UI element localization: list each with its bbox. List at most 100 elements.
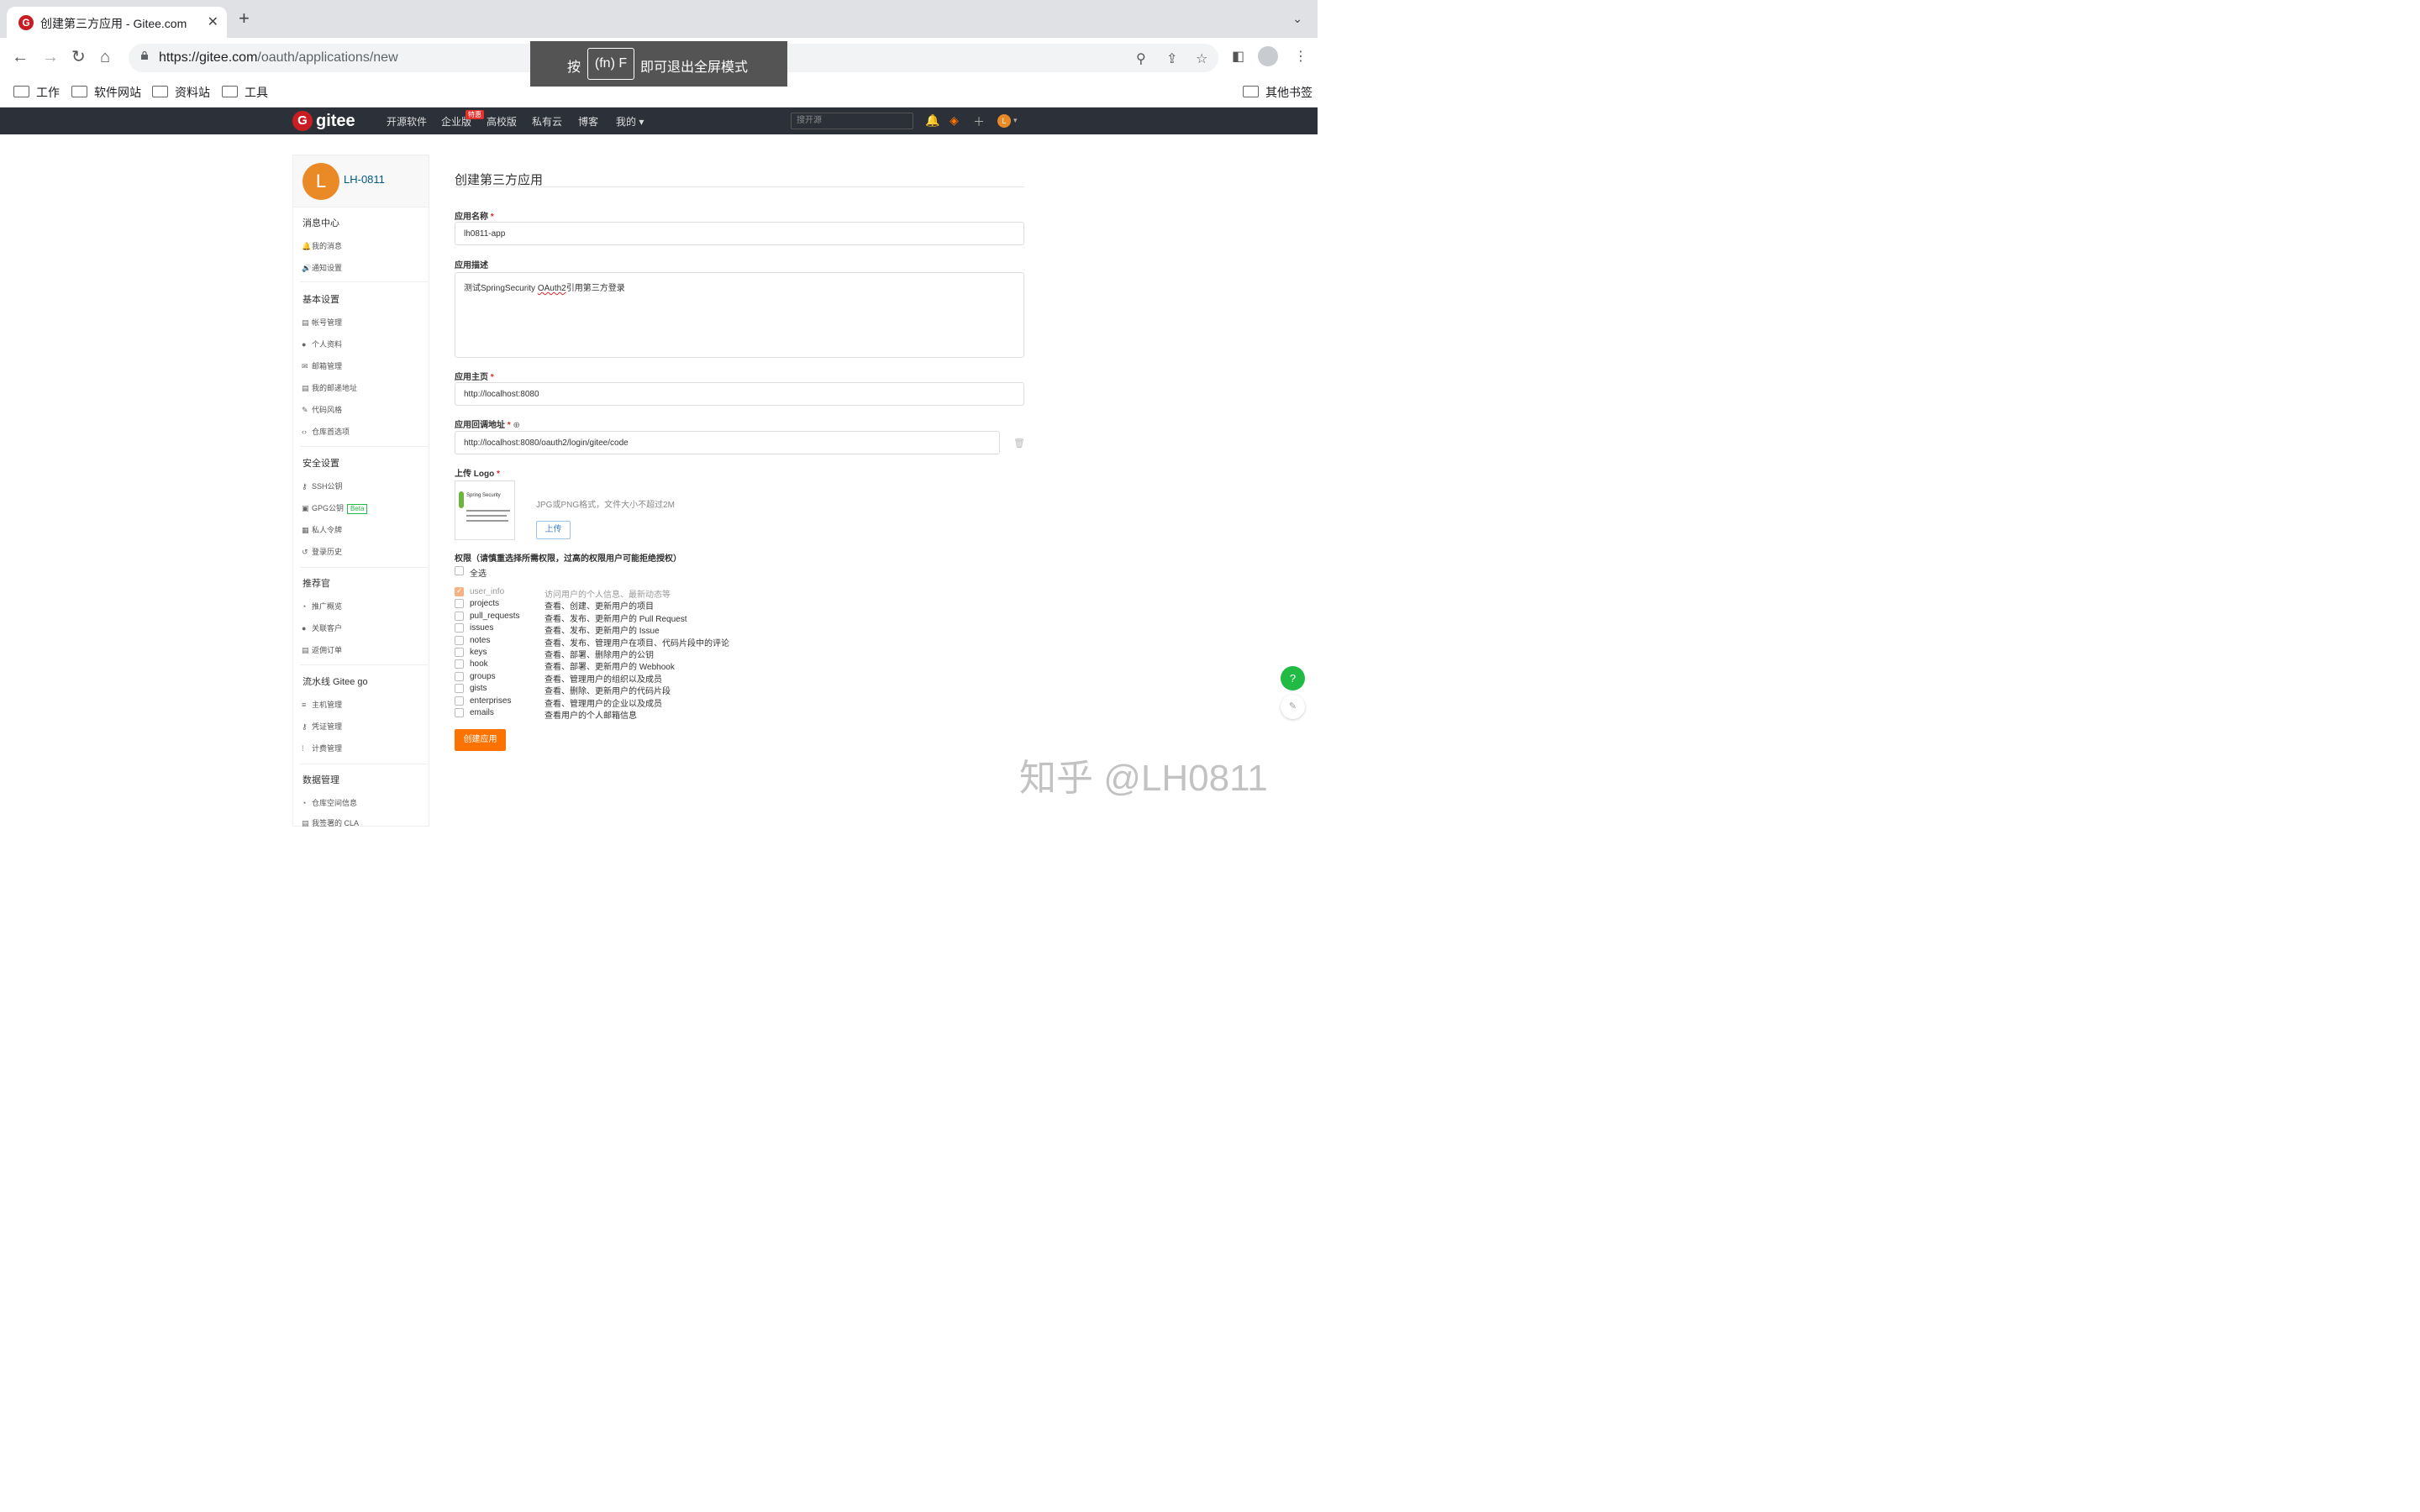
permission-desc: 查看、发布、更新用户的 Pull Request bbox=[544, 615, 687, 624]
lock-icon bbox=[141, 51, 148, 60]
sidebar-item-address[interactable]: ▤ 我的邮递地址 bbox=[302, 382, 357, 393]
sidebar-item-repo-prefs[interactable]: ‹› 仓库首选项 bbox=[302, 426, 350, 437]
permission-checkbox-hook[interactable] bbox=[455, 659, 464, 669]
bookmark-folder-work[interactable]: 工作 bbox=[13, 84, 60, 101]
feedback-edit-icon[interactable]: ✎ bbox=[1281, 695, 1305, 719]
folder-icon bbox=[13, 86, 29, 97]
permission-desc: 查看、删除、更新用户的代码片段 bbox=[544, 687, 671, 696]
username-link[interactable]: LH-0811 bbox=[344, 173, 385, 186]
help-button[interactable]: ? bbox=[1281, 666, 1305, 690]
tab-close-icon[interactable]: ✕ bbox=[208, 13, 218, 30]
sidebar-item-profile[interactable]: ● 个人资料 bbox=[302, 339, 342, 349]
permission-checkbox-issues[interactable] bbox=[455, 623, 464, 633]
tips-bulb-icon[interactable]: ◈ bbox=[950, 113, 959, 128]
bookmark-folder-tools[interactable]: 工具 bbox=[222, 84, 268, 101]
sidebar-item-promo-overview[interactable]: ◔ 推广概览 bbox=[302, 601, 342, 612]
required-mark: * bbox=[490, 213, 494, 222]
permission-checkbox-notes[interactable] bbox=[455, 636, 464, 645]
bookmark-folder-other[interactable]: 其他书签 bbox=[1243, 84, 1313, 101]
folder-icon bbox=[1243, 86, 1259, 97]
header-avatar[interactable]: L bbox=[997, 114, 1011, 128]
browser-tab[interactable]: G 创建第三方应用 - Gitee.com ✕ bbox=[7, 7, 227, 38]
header-search-input[interactable]: 搜开源 bbox=[791, 113, 913, 129]
new-tab-icon[interactable]: + bbox=[239, 9, 250, 28]
sidebar-item-repo-space[interactable]: ◔ 仓库空间信息 bbox=[302, 797, 357, 808]
forward-icon[interactable]: → bbox=[42, 48, 59, 66]
sidebar-item-customers[interactable]: ● 关联客户 bbox=[302, 622, 342, 633]
bookmark-folder-software[interactable]: 软件网站 bbox=[71, 84, 141, 101]
divider bbox=[300, 281, 428, 282]
permission-label: pull_requests bbox=[470, 612, 520, 621]
profile-avatar-icon[interactable] bbox=[1258, 46, 1278, 66]
permission-checkbox-gists[interactable] bbox=[455, 684, 464, 693]
folder-icon bbox=[71, 86, 87, 97]
nav-university[interactable]: 高校版 bbox=[487, 114, 517, 129]
permission-checkbox-projects[interactable] bbox=[455, 599, 464, 608]
sidebar-item-code-style[interactable]: ✎ 代码风格 bbox=[302, 404, 342, 415]
sidebar-item-notify-settings[interactable]: 🔊通知设置 bbox=[302, 262, 342, 273]
sidebar-item-billing[interactable]: ⁞ 计费管理 bbox=[302, 743, 342, 753]
bookmark-folder-resources[interactable]: 资料站 bbox=[152, 84, 210, 101]
app-desc-textarea[interactable]: 测试SpringSecurity OAuth2引用第三方登录 bbox=[455, 272, 1024, 358]
chart-icon: ◔ bbox=[302, 602, 307, 611]
permission-desc: 访问用户的个人信息、最新动态等 bbox=[544, 591, 671, 600]
app-desc-label: 应用描述 bbox=[455, 261, 488, 270]
permission-desc: 查看用户的个人邮箱信息 bbox=[544, 711, 637, 721]
permission-checkbox-enterprises[interactable] bbox=[455, 696, 464, 706]
create-plus-icon[interactable]: ＋ bbox=[973, 113, 985, 130]
zoom-icon[interactable]: ⚲ bbox=[1136, 50, 1146, 67]
delete-callback-icon[interactable]: 🗑 bbox=[1013, 438, 1025, 449]
sidebar-item-gpg[interactable]: ▣ GPG公钥 Beta bbox=[302, 502, 368, 514]
permission-desc: 查看、创建、更新用户的项目 bbox=[544, 602, 654, 612]
sidebar-item-account[interactable]: ▤ 帐号管理 bbox=[302, 317, 342, 328]
homepage-input[interactable]: http://localhost:8080 bbox=[455, 382, 1024, 406]
app-name-input[interactable]: lh0811-app bbox=[455, 222, 1024, 245]
sidebar-item-my-messages[interactable]: 🔔我的消息 bbox=[302, 240, 342, 251]
permission-checkbox-user_info[interactable] bbox=[455, 586, 464, 596]
permission-checkbox-keys[interactable] bbox=[455, 648, 464, 657]
sidebar-item-email[interactable]: ✉ 邮箱管理 bbox=[302, 360, 342, 371]
menu-dots-icon[interactable]: ⋮ bbox=[1294, 48, 1307, 65]
required-mark: * bbox=[497, 470, 500, 479]
gitee-favicon-icon: G bbox=[18, 15, 34, 30]
nav-mine[interactable]: 我的 ▾ bbox=[616, 114, 644, 129]
sidebar-item-ssh[interactable]: ⚷ SSH公钥 bbox=[302, 480, 343, 491]
share-icon[interactable]: ⇪ bbox=[1166, 50, 1177, 67]
home-icon[interactable]: ⌂ bbox=[100, 48, 110, 66]
create-app-button[interactable]: 创建应用 bbox=[455, 729, 506, 751]
history-icon: ↺ bbox=[302, 548, 308, 556]
callback-input[interactable]: http://localhost:8080/oauth2/login/gitee… bbox=[455, 431, 1000, 454]
permission-checkbox-emails[interactable] bbox=[455, 708, 464, 717]
back-icon[interactable]: ← bbox=[12, 48, 29, 66]
speaker-icon: 🔊 bbox=[302, 264, 312, 272]
nav-private-cloud[interactable]: 私有云 bbox=[532, 114, 562, 129]
avatar-caret-icon[interactable]: ▾ bbox=[1013, 116, 1018, 125]
side-panel-icon[interactable]: ◧ bbox=[1232, 48, 1244, 65]
page-title: 创建第三方应用 bbox=[455, 173, 544, 187]
permission-label: gists bbox=[470, 684, 487, 693]
upload-button[interactable]: 上传 bbox=[536, 521, 571, 539]
tab-search-chevron-icon[interactable]: ⌄ bbox=[1292, 12, 1302, 26]
add-callback-icon[interactable]: ⊕ bbox=[513, 421, 519, 430]
select-all-checkbox[interactable] bbox=[455, 566, 464, 575]
permission-checkbox-pull_requests[interactable] bbox=[455, 612, 464, 621]
notification-bell-icon[interactable]: 🔔 bbox=[925, 113, 939, 128]
gitee-logo[interactable]: Ggitee bbox=[292, 111, 355, 131]
sidebar-item-hosts[interactable]: ≡ 主机管理 bbox=[302, 699, 342, 710]
bookmark-star-icon[interactable]: ☆ bbox=[1196, 50, 1207, 67]
app-name-label: 应用名称 * bbox=[455, 213, 494, 222]
upload-hint: JPG或PNG格式，文件大小不超过2M bbox=[536, 501, 676, 510]
sidebar-item-cla[interactable]: ▤ 我签署的 CLA bbox=[302, 817, 359, 828]
permission-label: projects bbox=[470, 599, 500, 608]
nav-opensource[interactable]: 开源软件 bbox=[387, 114, 427, 129]
sidebar-item-login-history[interactable]: ↺ 登录历史 bbox=[302, 546, 342, 557]
nav-blog[interactable]: 博客 bbox=[578, 114, 598, 129]
sidebar-item-tokens[interactable]: ▦ 私人令牌 bbox=[302, 524, 342, 535]
sidebar-item-orders[interactable]: ▤ 返佣订单 bbox=[302, 644, 342, 655]
permission-checkbox-groups[interactable] bbox=[455, 672, 464, 681]
avatar[interactable]: L bbox=[302, 163, 339, 200]
sidebar-item-credentials[interactable]: ⚷ 凭证管理 bbox=[302, 721, 342, 732]
token-icon: ▦ bbox=[302, 526, 309, 534]
reload-icon[interactable]: ↻ bbox=[71, 48, 86, 66]
section-title-data: 数据管理 bbox=[302, 775, 339, 785]
